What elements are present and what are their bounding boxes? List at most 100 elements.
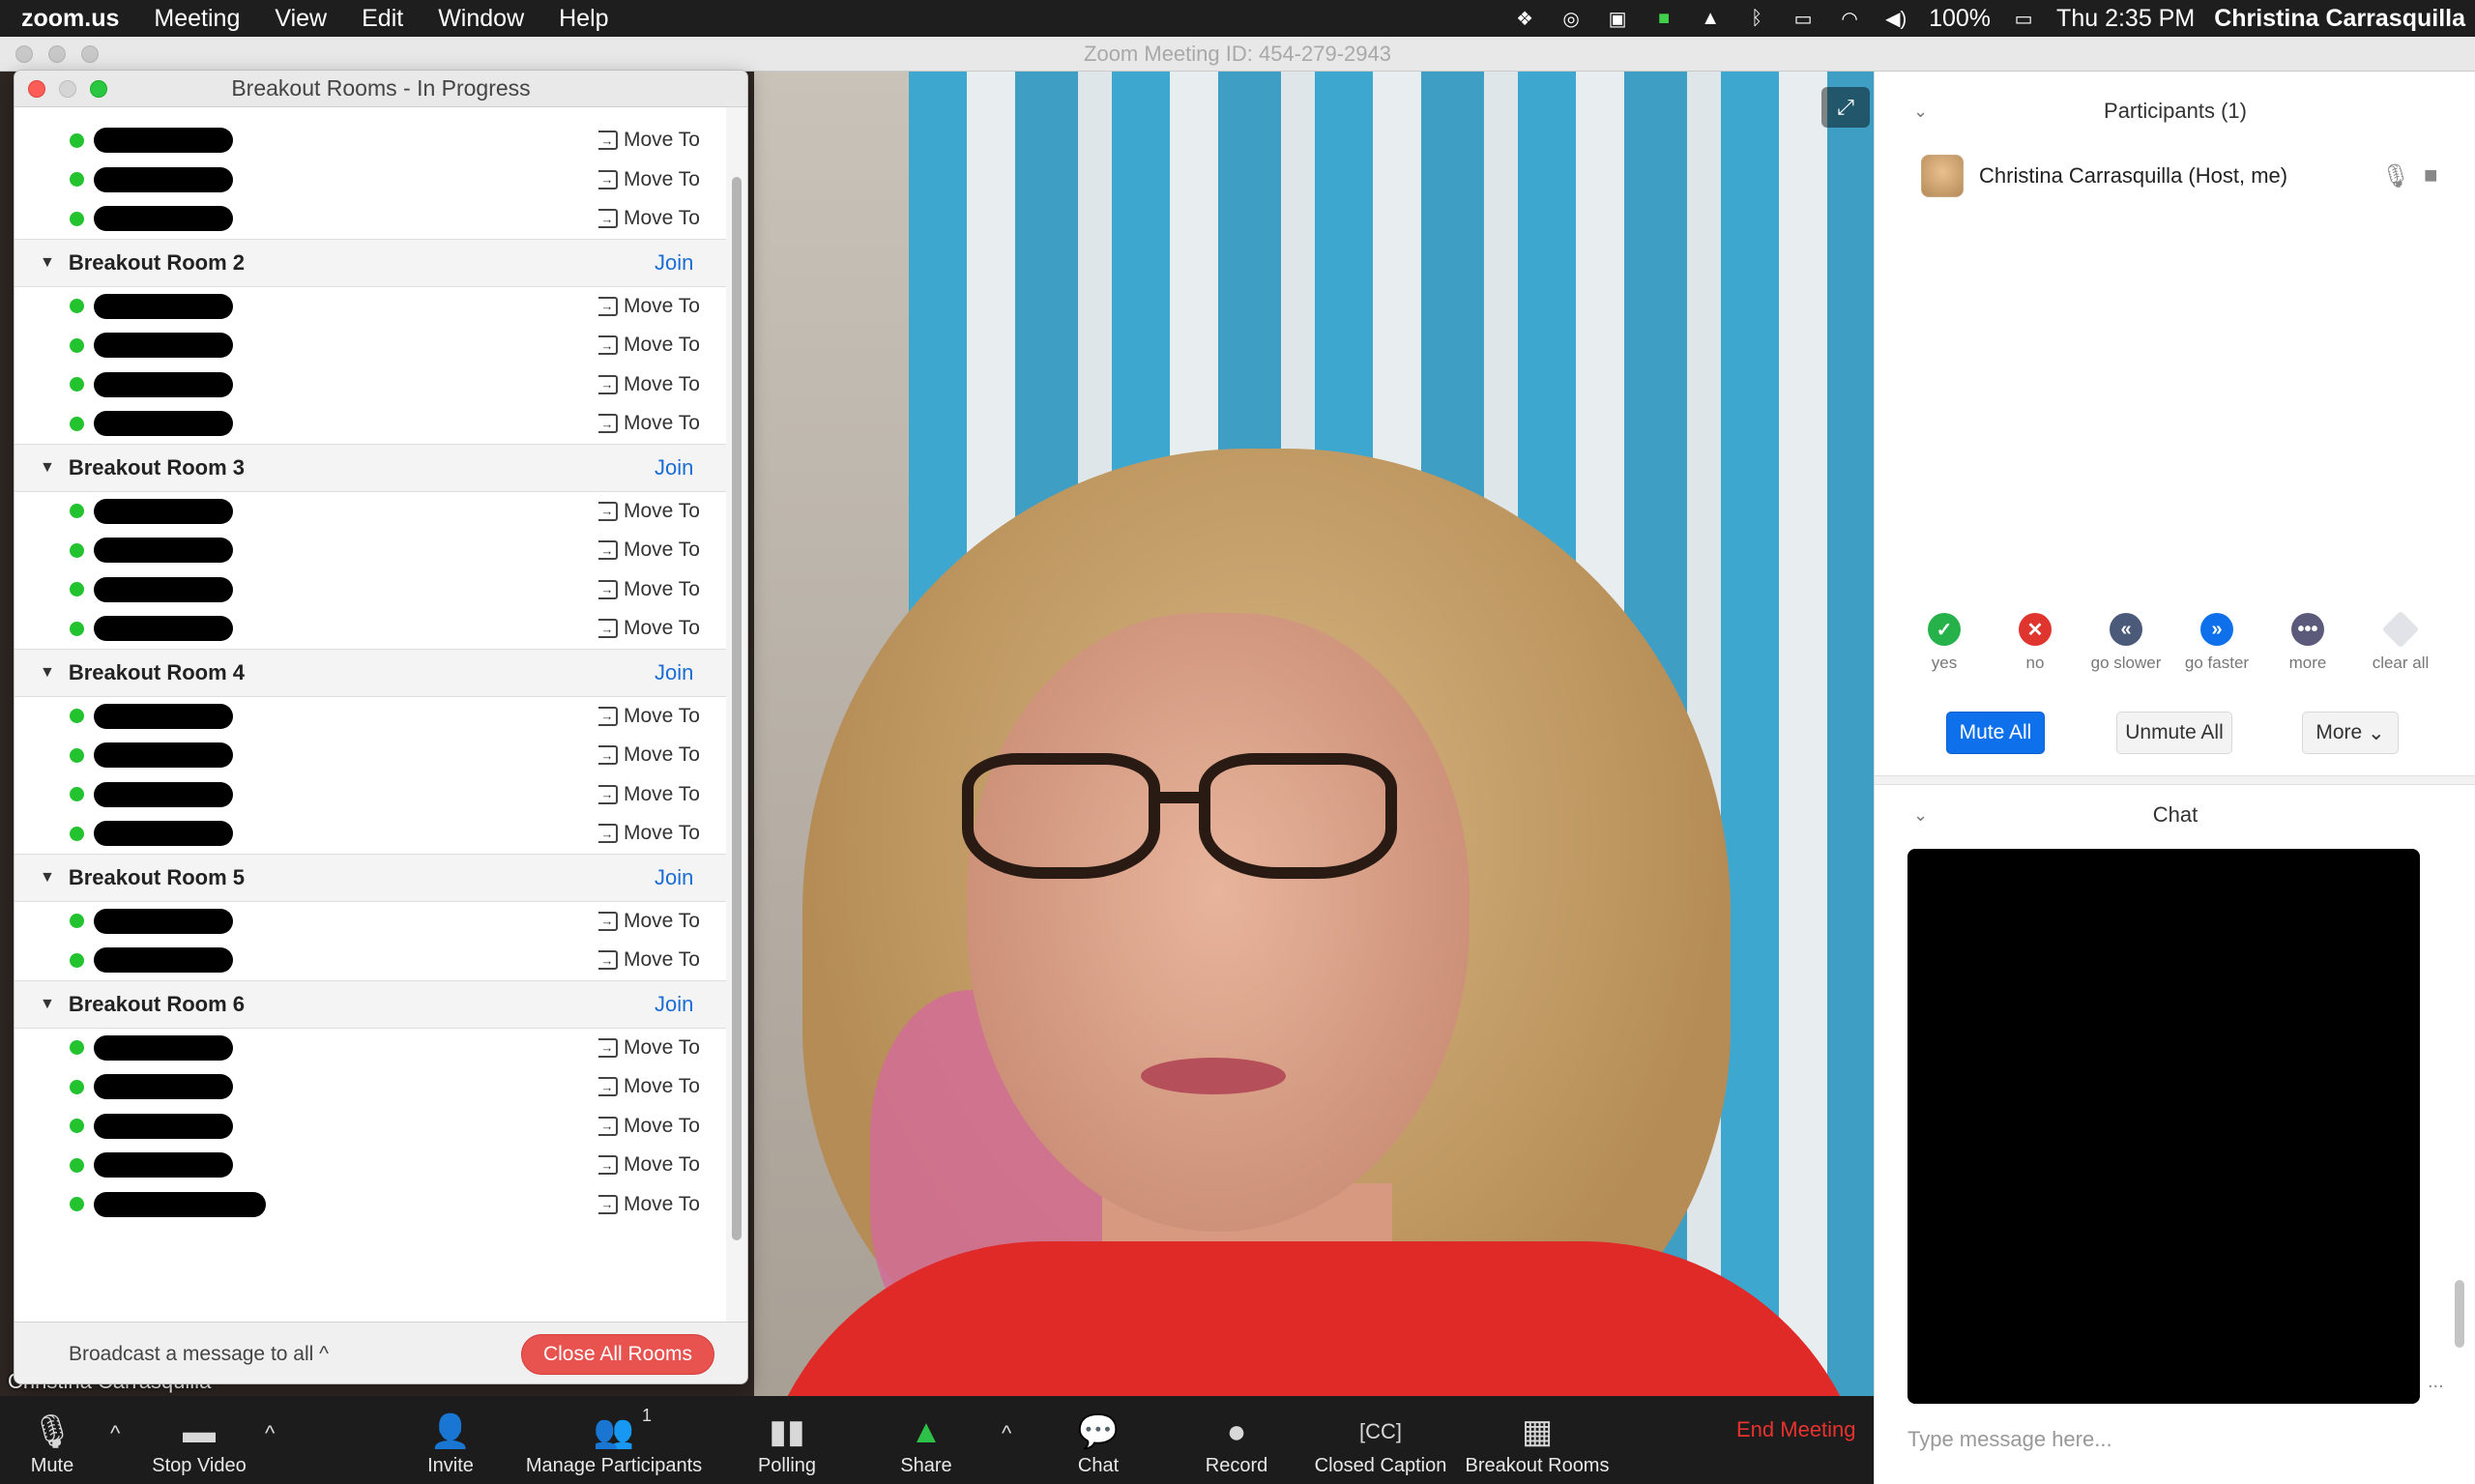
menubar-clock[interactable]: Thu 2:35 PM (2056, 5, 2195, 33)
bluetooth-icon[interactable]: ᛒ (1743, 7, 1770, 30)
collapse-caret-icon[interactable]: ▼ (40, 254, 55, 272)
move-to-button[interactable]: → Move To (598, 295, 700, 318)
fullscreen-icon[interactable]: ⤢ (1821, 87, 1870, 128)
invite-button[interactable]: 👤 Invite (422, 1402, 480, 1483)
participant-list-item[interactable]: Christina Carrasquilla (Host, me) 🎙 ■ (1875, 149, 2475, 203)
zoom-tray-icon[interactable]: ▣ (1604, 7, 1631, 30)
menu-app-zoom[interactable]: zoom.us (21, 5, 136, 33)
menu-view[interactable]: View (257, 5, 344, 33)
menu-help[interactable]: Help (541, 5, 626, 33)
mute-all-button[interactable]: Mute All (1946, 712, 2045, 754)
microphone-icon[interactable]: 🎙 (2381, 162, 2410, 190)
reaction-go-slower[interactable]: «go slower (2078, 613, 2174, 673)
join-button[interactable]: Join (655, 865, 693, 890)
breakout-zoom-button[interactable] (90, 80, 107, 98)
more-options-button[interactable]: More ⌄ (2302, 712, 2399, 754)
menu-meeting[interactable]: Meeting (136, 5, 257, 33)
share-options-caret-icon[interactable]: ^ (1002, 1421, 1011, 1446)
dropbox-icon[interactable]: ❖ (1511, 7, 1538, 30)
reaction-no[interactable]: ✕ no (1987, 613, 2083, 673)
collapse-caret-icon[interactable]: ▼ (40, 664, 55, 682)
unmute-all-button[interactable]: Unmute All (2116, 712, 2232, 754)
window-zoom-button[interactable] (81, 45, 99, 63)
room-header-2[interactable]: ▼ Breakout Room 2 Join (15, 238, 726, 287)
move-to-button[interactable]: → Move To (598, 743, 700, 767)
menu-window[interactable]: Window (421, 5, 541, 33)
reaction-go-faster[interactable]: » go faster (2169, 613, 2265, 673)
record-button[interactable]: ● Record (1203, 1402, 1270, 1483)
move-to-button[interactable]: → Move To (598, 168, 700, 191)
collapse-caret-icon[interactable]: ▼ (40, 459, 55, 477)
battery-icon[interactable]: ▭ (2010, 7, 2037, 30)
move-to-button[interactable]: → Move To (598, 822, 700, 845)
collapse-caret-icon[interactable]: ▼ (40, 869, 55, 887)
audio-options-caret-icon[interactable]: ^ (110, 1421, 120, 1446)
move-to-button[interactable]: → Move To (598, 1036, 700, 1060)
reaction-yes[interactable]: ✓ yes (1896, 613, 1993, 673)
move-to-button[interactable]: → Move To (598, 412, 700, 435)
invite-person-icon: 👤 (429, 1413, 472, 1450)
stop-video-button[interactable]: ▬ Stop Video (145, 1402, 253, 1483)
room-header-4[interactable]: ▼ Breakout Room 4 Join (15, 648, 726, 697)
breakout-close-button[interactable] (28, 80, 45, 98)
polling-button[interactable]: ▮▮ Polling (756, 1402, 818, 1483)
move-to-button[interactable]: → Move To (598, 373, 700, 396)
chat-input[interactable]: Type message here... (1907, 1419, 2459, 1460)
room-header-6[interactable]: ▼ Breakout Room 6 Join (15, 979, 726, 1029)
move-to-button[interactable]: → Move To (598, 538, 700, 562)
menubar-user[interactable]: Christina Carrasquilla (2214, 5, 2465, 33)
join-button[interactable]: Join (655, 992, 693, 1017)
collapse-caret-icon[interactable]: ▼ (40, 996, 55, 1013)
join-button[interactable]: Join (655, 660, 693, 685)
chat-collapse-icon[interactable]: ⌄ (1913, 805, 1928, 826)
move-to-button[interactable]: → Move To (598, 500, 700, 523)
breakout-minimize-button[interactable] (59, 80, 76, 98)
volume-icon[interactable]: ◀) (1882, 7, 1909, 30)
close-all-rooms-button[interactable]: Close All Rooms (521, 1334, 714, 1375)
move-to-button[interactable]: → Move To (598, 910, 700, 933)
window-close-button[interactable] (15, 45, 33, 63)
menu-edit[interactable]: Edit (344, 5, 421, 33)
closed-caption-label: Closed Caption (1314, 1455, 1447, 1476)
drive-tray-icon[interactable]: ▲ (1697, 7, 1724, 30)
move-to-button[interactable]: → Move To (598, 129, 700, 152)
share-button[interactable]: ▲ Share (897, 1402, 955, 1483)
chat-more-icon[interactable]: ... (2428, 1371, 2444, 1393)
reaction-more[interactable]: ••• more (2259, 613, 2356, 673)
move-to-button[interactable]: → Move To (598, 705, 700, 728)
room-header-5[interactable]: ▼ Breakout Room 5 Join (15, 853, 726, 902)
end-meeting-button[interactable]: End Meeting (1736, 1417, 1856, 1442)
move-to-button[interactable]: → Move To (598, 1115, 700, 1138)
reaction-clear-all[interactable]: clear all (2352, 610, 2449, 673)
wifi-icon[interactable]: ◠ (1836, 7, 1863, 30)
mute-button[interactable]: 🎙 Mute (21, 1402, 83, 1483)
room-header-3[interactable]: ▼ Breakout Room 3 Join (15, 443, 726, 492)
video-options-caret-icon[interactable]: ^ (265, 1421, 275, 1446)
breakout-room-list[interactable]: → Move To → Move To → Move To ▼ Breakout Roo… (15, 107, 726, 1383)
move-to-button[interactable]: → Move To (598, 948, 700, 972)
app-tray-icon[interactable]: ■ (1650, 7, 1677, 30)
move-to-button[interactable]: → Move To (598, 207, 700, 230)
join-button[interactable]: Join (655, 250, 693, 276)
closed-caption-button[interactable]: [CC] Closed Caption (1313, 1402, 1448, 1483)
video-camera-icon[interactable]: ■ (2424, 162, 2438, 189)
window-minimize-button[interactable] (48, 45, 66, 63)
move-to-button[interactable]: → Move To (598, 578, 700, 601)
chat-button[interactable]: 💬 Chat (1073, 1402, 1123, 1483)
participants-collapse-icon[interactable]: ⌄ (1913, 102, 1928, 122)
creative-cloud-icon[interactable]: ◎ (1558, 7, 1585, 30)
move-to-button[interactable]: → Move To (598, 334, 700, 357)
manage-participants-button[interactable]: 👥 Manage Participants (522, 1402, 706, 1483)
move-to-button[interactable]: → Move To (598, 783, 700, 806)
airplay-icon[interactable]: ▭ (1790, 7, 1817, 30)
breakout-scrollbar[interactable] (732, 177, 742, 1240)
move-to-button[interactable]: → Move To (598, 1153, 700, 1177)
join-button[interactable]: Join (655, 455, 693, 480)
broadcast-button[interactable]: Broadcast a message to all ^ (69, 1343, 329, 1366)
move-to-button[interactable]: → Move To (598, 1193, 700, 1216)
chat-scrollbar[interactable] (2455, 1280, 2464, 1348)
breakout-rooms-button[interactable]: ▦ Breakout Rooms (1464, 1402, 1611, 1483)
move-to-button[interactable]: → Move To (598, 617, 700, 640)
move-to-button[interactable]: → Move To (598, 1075, 700, 1098)
online-status-icon (70, 132, 84, 148)
